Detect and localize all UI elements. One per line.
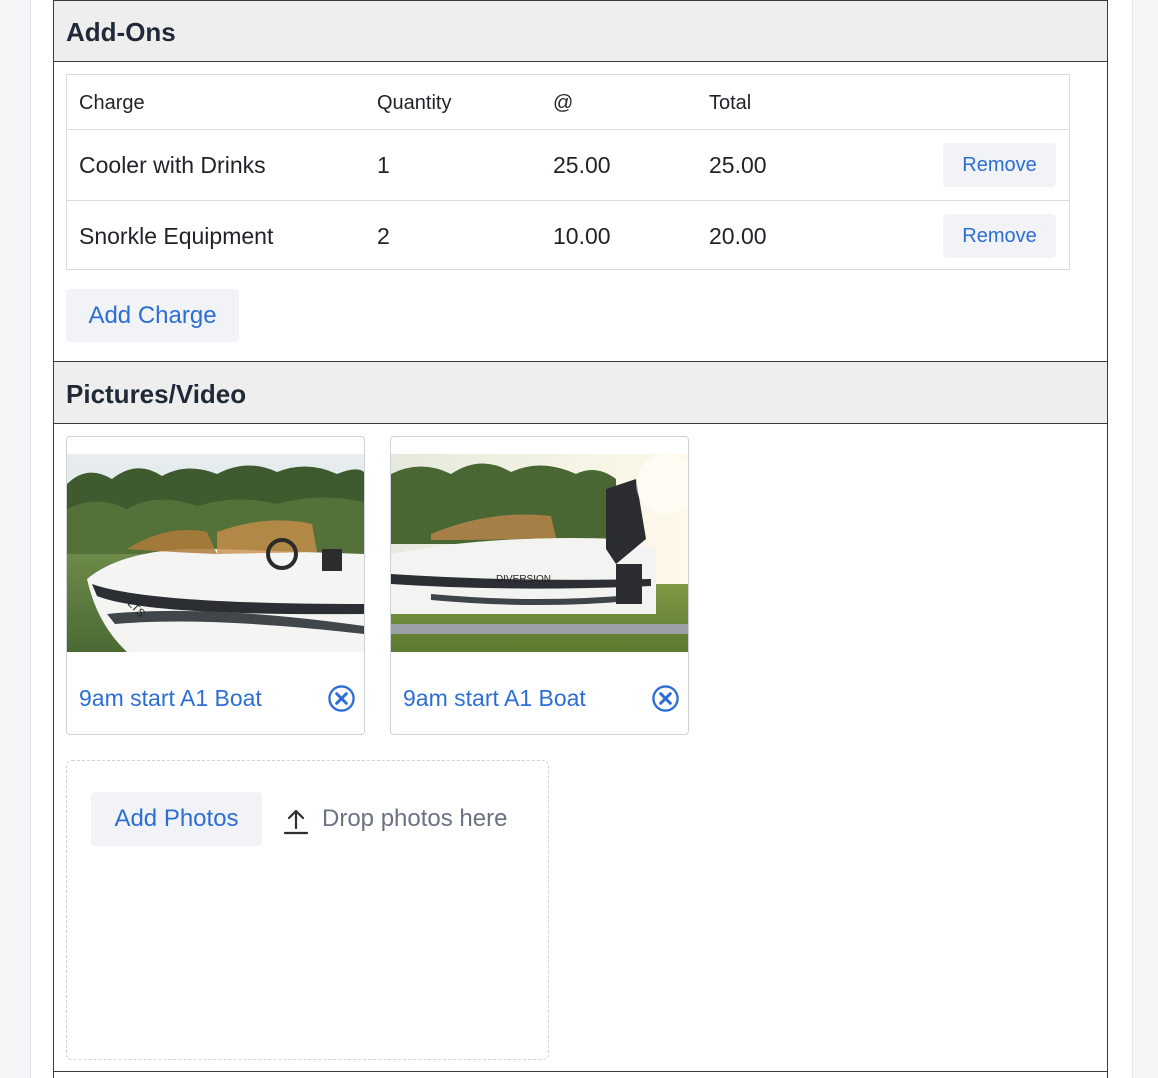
remove-charge-button[interactable]: Remove <box>943 214 1056 258</box>
charge-unit-price: 25.00 <box>553 152 611 178</box>
svg-text:DIVERSION: DIVERSION <box>496 574 551 585</box>
media-section-header: Pictures/Video <box>54 361 1107 424</box>
charge-quantity: 2 <box>377 223 390 249</box>
add-charge-button[interactable]: Add Charge <box>66 289 239 342</box>
charge-name: Cooler with Drinks <box>79 152 266 178</box>
photo-dropzone[interactable]: Add Photos Drop photos here <box>66 760 549 1060</box>
right-gutter <box>1132 0 1158 1078</box>
column-header-charge: Charge <box>79 92 145 114</box>
page: Add-Ons Charge Quantity @ Total Cooler w… <box>0 0 1158 1078</box>
charge-name: Snorkle Equipment <box>79 223 274 249</box>
photo-caption[interactable]: 9am start A1 Boat <box>403 685 586 712</box>
column-header-unit-price: @ <box>553 92 574 114</box>
close-circle-icon[interactable] <box>327 684 356 713</box>
addons-title: Add-Ons <box>66 17 176 47</box>
upload-icon <box>283 809 309 835</box>
remove-charge-button[interactable]: Remove <box>943 143 1056 187</box>
section-divider <box>54 1071 1107 1072</box>
table-row: Cooler with Drinks 1 25.00 25.00 Remove <box>67 130 1069 201</box>
photo-card[interactable]: LTS 9am start A1 Boat <box>66 436 365 735</box>
boat-photo[interactable]: LTS <box>67 454 364 652</box>
booking-panel: Add-Ons Charge Quantity @ Total Cooler w… <box>53 0 1108 1078</box>
charge-quantity: 1 <box>377 152 390 178</box>
column-header-total: Total <box>709 92 752 114</box>
addons-section-header: Add-Ons <box>54 0 1107 62</box>
charges-table: Charge Quantity @ Total Cooler with Drin… <box>66 74 1070 270</box>
photo-card[interactable]: DIVERSION 9am start A1 Boat <box>390 436 689 735</box>
left-gutter <box>0 0 31 1078</box>
table-row: Snorkle Equipment 2 10.00 20.00 Remove <box>67 201 1069 271</box>
media-title: Pictures/Video <box>66 379 247 409</box>
column-header-quantity: Quantity <box>377 92 452 114</box>
drop-photos-hint: Drop photos here <box>322 805 508 832</box>
charge-unit-price: 10.00 <box>553 223 611 249</box>
charge-total: 20.00 <box>709 223 767 249</box>
charge-total: 25.00 <box>709 152 767 178</box>
table-header-row: Charge Quantity @ Total <box>67 75 1069 130</box>
add-photos-button[interactable]: Add Photos <box>91 792 262 846</box>
photo-caption[interactable]: 9am start A1 Boat <box>79 685 262 712</box>
boat-photo[interactable]: DIVERSION <box>391 454 688 652</box>
close-circle-icon[interactable] <box>651 684 680 713</box>
